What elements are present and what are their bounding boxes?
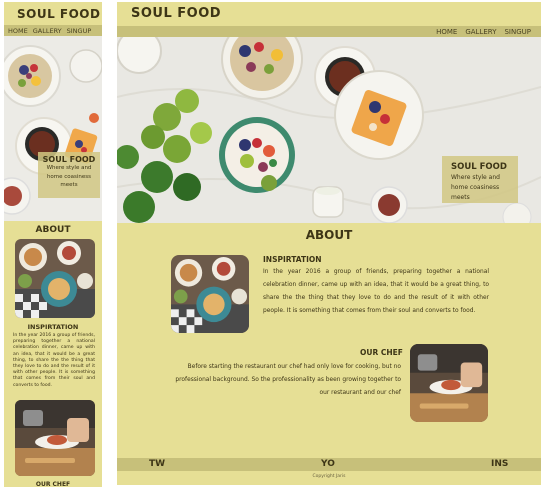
brand-logo[interactable]: SOUL FOOD xyxy=(131,6,221,21)
desktop-preview: SOUL FOOD HOME GALLERY SINGUP SOUL FOOD … xyxy=(117,2,541,485)
nav-signup-link[interactable]: SINGUP xyxy=(504,28,531,36)
inspiration-text: In the year 2016 a group of friends, pre… xyxy=(13,333,95,388)
mobile-preview: SOUL FOOD HOME GALLERY SINGUP SOUL FOOD … xyxy=(4,2,102,487)
nav-bar: HOME GALLERY SINGUP xyxy=(117,26,541,37)
hero-caption: SOUL FOOD Where style and home coasiness… xyxy=(38,152,100,198)
nav-signup-link[interactable]: SINGUP xyxy=(67,27,92,35)
inspiration-image xyxy=(15,239,95,318)
nav-bar: HOME GALLERY SINGUP xyxy=(4,25,102,36)
hero-caption: SOUL FOOD Where style and home coasiness… xyxy=(442,156,518,203)
hero-title: SOUL FOOD xyxy=(451,162,507,172)
chef-image xyxy=(15,400,95,476)
brand-logo[interactable]: SOUL FOOD xyxy=(17,7,100,21)
hero-tagline-3: meets xyxy=(451,194,470,201)
nav-home-link[interactable]: HOME xyxy=(436,28,457,36)
hero-tagline-1: Where style and xyxy=(451,174,500,181)
twitter-link[interactable]: TW xyxy=(149,458,165,471)
inspiration-image xyxy=(171,255,249,333)
footer-bar: TW YO INS xyxy=(117,458,541,471)
chef-image xyxy=(410,344,488,422)
nav-gallery-link[interactable]: GALLERY xyxy=(465,28,496,36)
instagram-link[interactable]: INS xyxy=(491,458,508,471)
hero-tagline-1: Where style and xyxy=(46,165,92,171)
copyright-text: Copyright Jaris xyxy=(312,474,346,479)
chef-heading: OUR CHEF xyxy=(360,348,403,357)
nav-gallery-link[interactable]: GALLERY xyxy=(33,27,62,35)
inspiration-heading: INSPIRTATION xyxy=(263,255,322,264)
hero-tagline-2: home coasiness xyxy=(451,184,500,191)
chef-heading: OUR CHEF xyxy=(35,481,71,487)
about-title: ABOUT xyxy=(35,225,71,235)
about-title: ABOUT xyxy=(305,228,353,242)
hero-tagline-3: meets xyxy=(60,182,78,188)
inspiration-heading: INSPIRTATION xyxy=(27,323,79,331)
nav-home-link[interactable]: HOME xyxy=(8,27,28,35)
inspiration-text: In the year 2016 a group of friends, pre… xyxy=(263,269,489,314)
chef-text: Before starting the restaurant our chef … xyxy=(175,364,401,396)
youtube-link[interactable]: YO xyxy=(321,458,335,471)
hero-tagline-2: home coasiness xyxy=(46,173,92,180)
hero-title: SOUL FOOD xyxy=(42,155,96,164)
